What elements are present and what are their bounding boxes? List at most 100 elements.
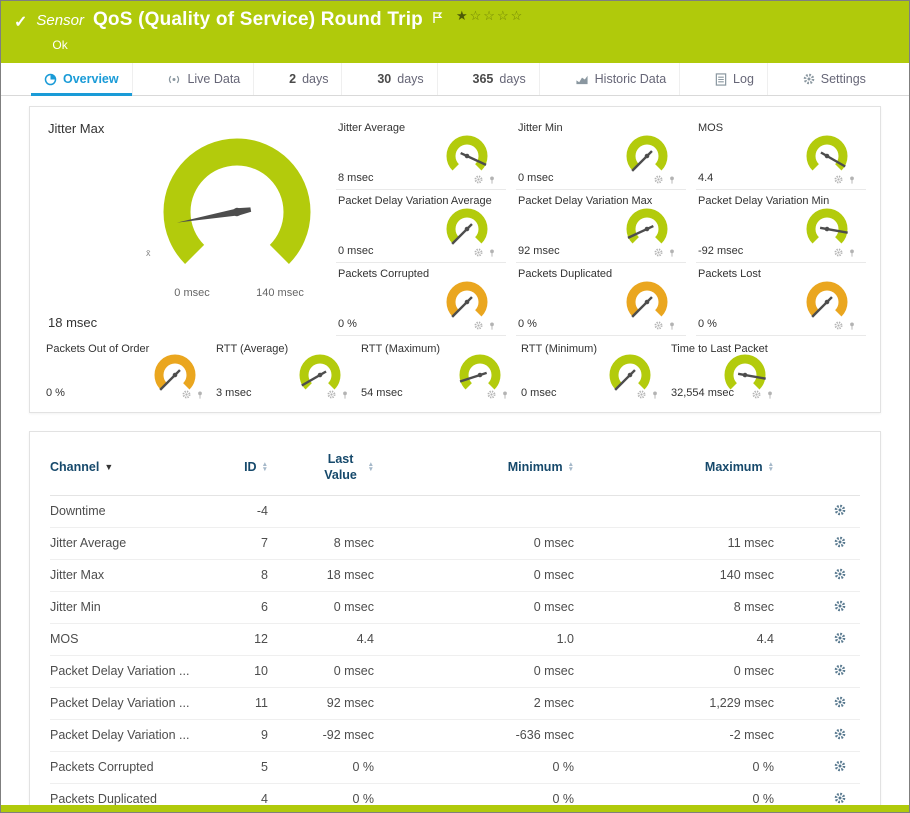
gauge-settings-gear-icon[interactable]: [637, 390, 646, 400]
gauge-settings-gear-icon[interactable]: [474, 175, 483, 185]
tab-live-data[interactable]: Live Data: [154, 63, 254, 95]
table-row-packet-delay-variation: Packet Delay Variation ... 10 0 msec 0 m…: [50, 655, 860, 687]
gauge-pin-icon[interactable]: [766, 390, 774, 400]
channel-settings-gear-icon[interactable]: [834, 696, 846, 708]
channel-name[interactable]: Jitter Min: [50, 591, 208, 623]
gauge-dial: [438, 204, 496, 250]
gauge-value: 4.4: [698, 172, 713, 184]
gauge-settings-gear-icon[interactable]: [654, 175, 663, 185]
tab-number: 30: [377, 72, 391, 86]
gauge-dial: x̄ 0 msec 140 msec: [122, 120, 352, 310]
column-header-channel[interactable]: Channel ▼: [50, 438, 208, 495]
gauge-pin-icon[interactable]: [668, 175, 676, 185]
gauge-rtt-minimum: RTT (Minimum) 0 msec: [519, 338, 669, 404]
channel-minimum: -636 msec: [374, 719, 574, 751]
gauge-pin-icon[interactable]: [196, 390, 204, 400]
gauge-packets-duplicated: Packets Duplicated 0 %: [516, 263, 686, 336]
channel-settings-gear-icon[interactable]: [834, 792, 846, 804]
table-row-jitter-min: Jitter Min 6 0 msec 0 msec 8 msec: [50, 591, 860, 623]
gauge-pin-icon[interactable]: [501, 390, 509, 400]
channel-maximum: 8 msec: [574, 591, 774, 623]
prtg-sensor-page: ✓ Sensor QoS (Quality of Service) Round …: [0, 0, 910, 813]
gauge-pin-icon[interactable]: [341, 390, 349, 400]
channel-name[interactable]: Jitter Max: [50, 559, 208, 591]
channel-settings-gear-icon[interactable]: [834, 536, 846, 548]
gauge-settings-gear-icon[interactable]: [834, 248, 843, 258]
channel-settings-gear-icon[interactable]: [834, 632, 846, 644]
gauge-settings-gear-icon[interactable]: [487, 390, 496, 400]
tab-label: days: [397, 72, 423, 86]
channel-last-value: 18 msec: [268, 559, 374, 591]
gauge-bottom-row: Packets Out of Order 0 % RTT (Average) 3…: [44, 338, 866, 404]
priority-stars[interactable]: ★☆☆☆☆: [456, 9, 524, 22]
tab-historic-data[interactable]: Historic Data: [562, 63, 681, 95]
tab-label: Settings: [821, 72, 866, 86]
channel-name[interactable]: Packets Corrupted: [50, 751, 208, 783]
gear-icon: [803, 73, 815, 85]
channel-minimum: 0 msec: [374, 527, 574, 559]
gauge-settings-gear-icon[interactable]: [327, 390, 336, 400]
gauge-settings-gear-icon[interactable]: [834, 321, 843, 331]
flag-icon[interactable]: [432, 11, 443, 24]
channel-name[interactable]: Downtime: [50, 495, 208, 527]
channel-table-body: Downtime -4 Jitter Average 7 8 msec 0 ms…: [50, 495, 860, 812]
channel-id: 6: [208, 591, 268, 623]
column-header-maximum[interactable]: Maximum ▲▼: [574, 438, 774, 495]
gauge-pin-icon[interactable]: [651, 390, 659, 400]
gauge-pin-icon[interactable]: [488, 321, 496, 331]
gauge-scale-min-label: 0 msec: [174, 287, 210, 299]
tab-settings[interactable]: Settings: [790, 63, 879, 95]
table-row-mos: MOS 12 4.4 1.0 4.4: [50, 623, 860, 655]
gauge-value: 0 msec: [518, 172, 553, 184]
gauge-settings-gear-icon[interactable]: [182, 390, 191, 400]
channel-name[interactable]: Packet Delay Variation ...: [50, 687, 208, 719]
gauge-packet-delay-variation-max: Packet Delay Variation Max 92 msec: [516, 190, 686, 263]
gauge-pin-icon[interactable]: [488, 175, 496, 185]
gauge-value: 0 msec: [338, 245, 373, 257]
gauge-pin-icon[interactable]: [668, 321, 676, 331]
gauge-jitter-min: Jitter Min 0 msec: [516, 117, 686, 190]
gauge-settings-gear-icon[interactable]: [474, 321, 483, 331]
gauge-pin-icon[interactable]: [668, 248, 676, 258]
sensor-status-text: Ok: [52, 38, 899, 52]
sort-toggle-icon: ▲▼: [262, 462, 268, 472]
channel-settings-gear-icon[interactable]: [834, 664, 846, 676]
tab-30-days[interactable]: 30 days: [364, 63, 437, 95]
channel-settings-gear-icon[interactable]: [834, 600, 846, 612]
column-header-last-value[interactable]: Last Value ▲▼: [268, 438, 374, 495]
gauge-time-to-last-packet: Time to Last Packet 32,554 msec: [669, 338, 866, 404]
gauge-settings-gear-icon[interactable]: [834, 175, 843, 185]
gauges-panel: Jitter Max x̄ 0 msec 140 msec 18 msec Ji…: [29, 106, 881, 413]
gauge-pin-icon[interactable]: [848, 248, 856, 258]
table-row-packets-corrupted: Packets Corrupted 5 0 % 0 % 0 %: [50, 751, 860, 783]
channel-settings-gear-icon[interactable]: [834, 760, 846, 772]
gauge-pin-icon[interactable]: [848, 321, 856, 331]
column-label: Minimum: [508, 460, 563, 474]
tab-log[interactable]: Log: [702, 63, 768, 95]
tab-2-days[interactable]: 2days: [276, 63, 342, 95]
gauge-settings-gear-icon[interactable]: [654, 321, 663, 331]
channel-settings-gear-icon[interactable]: [834, 504, 846, 516]
gauge-settings-gear-icon[interactable]: [752, 390, 761, 400]
column-header-minimum[interactable]: Minimum ▲▼: [374, 438, 574, 495]
gauge-settings-gear-icon[interactable]: [474, 248, 483, 258]
gauge-value: 8 msec: [338, 172, 373, 184]
channel-name[interactable]: Jitter Average: [50, 527, 208, 559]
tab-overview[interactable]: Overview: [31, 63, 133, 95]
channel-name[interactable]: MOS: [50, 623, 208, 655]
channel-name[interactable]: Packet Delay Variation ...: [50, 719, 208, 751]
gauge-settings-gear-icon[interactable]: [654, 248, 663, 258]
tab-label: Log: [733, 72, 754, 86]
channel-minimum: 0 %: [374, 751, 574, 783]
gauge-pin-icon[interactable]: [848, 175, 856, 185]
channel-settings-gear-icon[interactable]: [834, 568, 846, 580]
gauge-pin-icon[interactable]: [488, 248, 496, 258]
tab-365-days[interactable]: 365days: [460, 63, 540, 95]
channel-last-value: 4.4: [268, 623, 374, 655]
column-header-actions: [774, 438, 860, 495]
channel-name[interactable]: Packet Delay Variation ...: [50, 655, 208, 687]
channel-id: 11: [208, 687, 268, 719]
channel-settings-gear-icon[interactable]: [834, 728, 846, 740]
gauge-value: 32,554 msec: [671, 387, 734, 399]
column-header-id[interactable]: ID ▲▼: [208, 438, 268, 495]
